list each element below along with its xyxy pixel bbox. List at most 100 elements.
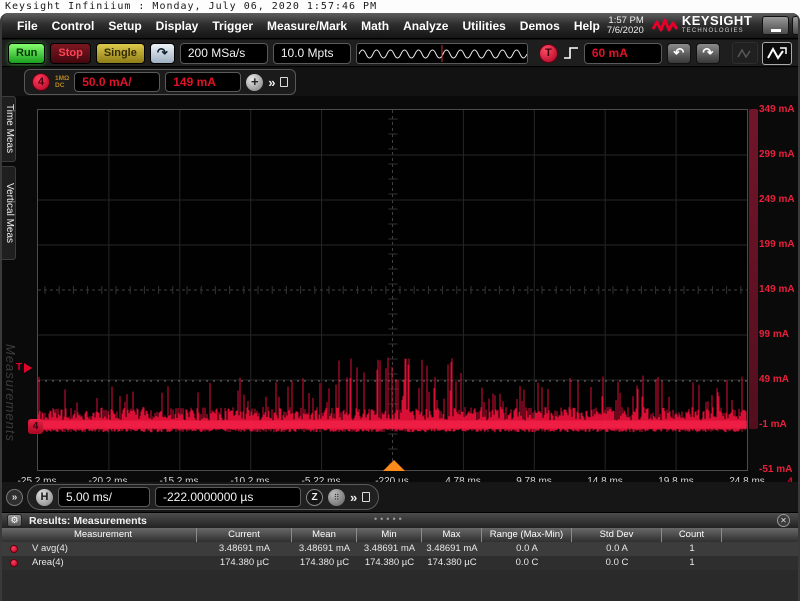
column-header[interactable]: Current bbox=[197, 528, 292, 542]
menu-measure-mark[interactable]: Measure/Mark bbox=[260, 15, 354, 37]
results-column-header: MeasurementCurrentMeanMinMaxRange (Max-M… bbox=[2, 528, 798, 542]
menu-utilities[interactable]: Utilities bbox=[455, 15, 512, 37]
redo-icon: ↷ bbox=[702, 45, 713, 61]
acquisition-preview[interactable] bbox=[356, 43, 528, 64]
table-row[interactable]: V avg(4)3.48691 mA3.48691 mA3.48691 mA3.… bbox=[2, 542, 798, 556]
undo-icon: ↶ bbox=[673, 45, 684, 61]
expand-horizontal-controls[interactable]: » bbox=[350, 490, 357, 505]
channel-4-ground-marker[interactable]: 4 bbox=[28, 419, 43, 434]
trigger-level-marker[interactable]: T bbox=[16, 362, 32, 373]
measurement-value: 174.380 µC bbox=[422, 556, 482, 570]
keysight-spark-icon bbox=[652, 17, 678, 35]
brand-sub: TECHNOLOGIES bbox=[682, 26, 752, 37]
run-control-toolbar: Run Stop Single ↷ 200 MSa/s 10.0 Mpts T … bbox=[2, 40, 798, 67]
menu-help[interactable]: Help bbox=[567, 15, 607, 37]
column-header[interactable]: Std Dev bbox=[572, 528, 662, 542]
run-button[interactable]: Run bbox=[8, 43, 45, 64]
undo-button[interactable]: ↶ bbox=[667, 43, 691, 64]
menu-control[interactable]: Control bbox=[45, 15, 102, 37]
coupling-impedance: 1MΩ bbox=[55, 75, 69, 82]
zoom-mode-icon bbox=[736, 46, 754, 60]
column-header[interactable]: Mean bbox=[292, 528, 357, 542]
menu-items: FileControlSetupDisplayTriggerMeasure/Ma… bbox=[2, 15, 607, 37]
menu-setup[interactable]: Setup bbox=[101, 15, 148, 37]
clear-display-icon: ↷ bbox=[157, 45, 168, 61]
sample-rate-field[interactable]: 200 MSa/s bbox=[180, 43, 268, 64]
coupling-mode: DC bbox=[55, 82, 69, 89]
knob-icon[interactable]: ⠿ bbox=[328, 489, 345, 506]
screen: Keysight Infiniium : Monday, July 06, 20… bbox=[0, 0, 800, 614]
measurement-value: 3.48691 mA bbox=[292, 542, 357, 556]
redo-button[interactable]: ↷ bbox=[696, 43, 720, 64]
horizontal-badge[interactable]: H bbox=[36, 489, 53, 506]
channel-4-waveform bbox=[38, 110, 747, 470]
minimize-button[interactable] bbox=[762, 16, 789, 35]
measurement-value: 1 bbox=[662, 542, 722, 556]
vertical-scale-field[interactable]: 50.0 mA/ bbox=[74, 72, 160, 92]
measurements-watermark: Measurements bbox=[3, 344, 18, 442]
menu-bar: FileControlSetupDisplayTriggerMeasure/Ma… bbox=[2, 13, 798, 39]
y-axis-label: 149 mA bbox=[759, 284, 800, 295]
timebase-position-field[interactable]: -222.0000000 µs bbox=[155, 487, 301, 507]
timebase-scale-field[interactable]: 5.00 ms/ bbox=[58, 487, 150, 507]
tab-time-meas[interactable]: Time Meas bbox=[2, 96, 16, 162]
channel-4-scale-band[interactable] bbox=[749, 109, 758, 429]
menu-math[interactable]: Math bbox=[354, 15, 396, 37]
measurement-value: 174.380 µC bbox=[357, 556, 422, 570]
column-header[interactable]: Count bbox=[662, 528, 722, 542]
menu-analyze[interactable]: Analyze bbox=[396, 15, 455, 37]
trigger-badge[interactable]: T bbox=[539, 44, 558, 63]
trigger-level-field[interactable]: 60 mA bbox=[584, 43, 662, 64]
trigger-level-arrow-icon bbox=[24, 363, 32, 373]
restore-button[interactable] bbox=[792, 16, 800, 35]
y-axis-label: 349 mA bbox=[759, 104, 800, 115]
pin-icon[interactable] bbox=[280, 77, 288, 87]
memory-depth-field[interactable]: 10.0 Mpts bbox=[273, 43, 351, 64]
add-channel-button[interactable]: + bbox=[246, 74, 263, 91]
menu-trigger[interactable]: Trigger bbox=[205, 15, 260, 37]
y-axis-label: -51 mA bbox=[759, 464, 800, 475]
table-row[interactable]: Area(4)174.380 µC174.380 µC174.380 µC174… bbox=[2, 556, 798, 570]
menu-demos[interactable]: Demos bbox=[513, 15, 567, 37]
zoom-button[interactable]: Z bbox=[306, 489, 323, 506]
tab-vertical-meas[interactable]: Vertical Meas bbox=[2, 166, 16, 260]
column-header[interactable]: Min bbox=[357, 528, 422, 542]
trigger-edge-icon bbox=[563, 45, 579, 61]
trigger-time-marker-icon[interactable] bbox=[383, 460, 405, 471]
channel-4-controls: 4 1MΩ DC 50.0 mA/ 149 mA + » bbox=[24, 69, 296, 95]
menu-display[interactable]: Display bbox=[149, 15, 206, 37]
measurement-value: 1 bbox=[662, 556, 722, 570]
channel-4-badge[interactable]: 4 bbox=[32, 73, 50, 91]
zoom-mode-button[interactable] bbox=[732, 42, 758, 64]
expand-channel-controls[interactable]: » bbox=[268, 75, 275, 90]
measurement-value: 3.48691 mA bbox=[422, 542, 482, 556]
measurement-value: 0.0 C bbox=[572, 556, 662, 570]
graticule[interactable] bbox=[37, 109, 748, 471]
column-header[interactable]: Range (Max-Min) bbox=[482, 528, 572, 542]
column-header[interactable]: Max bbox=[422, 528, 482, 542]
measurement-name: Area(4) bbox=[10, 556, 197, 570]
channel-coupling: 1MΩ DC bbox=[55, 75, 69, 89]
drag-handle[interactable]: ••••• bbox=[374, 514, 405, 524]
waveform-draw-button[interactable] bbox=[762, 42, 792, 65]
results-close-button[interactable]: ✕ bbox=[777, 514, 790, 527]
preview-waveform-icon bbox=[357, 44, 527, 63]
results-header: ⚙ Results: Measurements ••••• ✕ bbox=[2, 513, 798, 528]
results-panel: ⚙ Results: Measurements ••••• ✕ Measurem… bbox=[2, 512, 798, 601]
clear-display-button[interactable]: ↷ bbox=[150, 43, 175, 64]
horizontal-bar: » H 5.00 ms/ -222.0000000 µs Z ⠿ » bbox=[2, 482, 798, 512]
measurement-value: 0.0 A bbox=[572, 542, 662, 556]
stop-button[interactable]: Stop bbox=[50, 43, 90, 64]
column-header[interactable]: Measurement bbox=[10, 528, 197, 542]
expand-horizontal-bar[interactable]: » bbox=[6, 489, 23, 506]
gear-icon[interactable]: ⚙ bbox=[7, 514, 22, 527]
measurement-value: 0.0 A bbox=[482, 542, 572, 556]
measurement-value: 174.380 µC bbox=[292, 556, 357, 570]
vertical-offset-field[interactable]: 149 mA bbox=[165, 72, 241, 92]
waveform-draw-icon bbox=[766, 45, 788, 62]
minimize-icon bbox=[771, 29, 781, 32]
single-button[interactable]: Single bbox=[96, 43, 145, 64]
menu-file[interactable]: File bbox=[10, 15, 45, 37]
horizontal-pin-icon[interactable] bbox=[362, 492, 370, 502]
measurement-name: V avg(4) bbox=[10, 542, 197, 556]
